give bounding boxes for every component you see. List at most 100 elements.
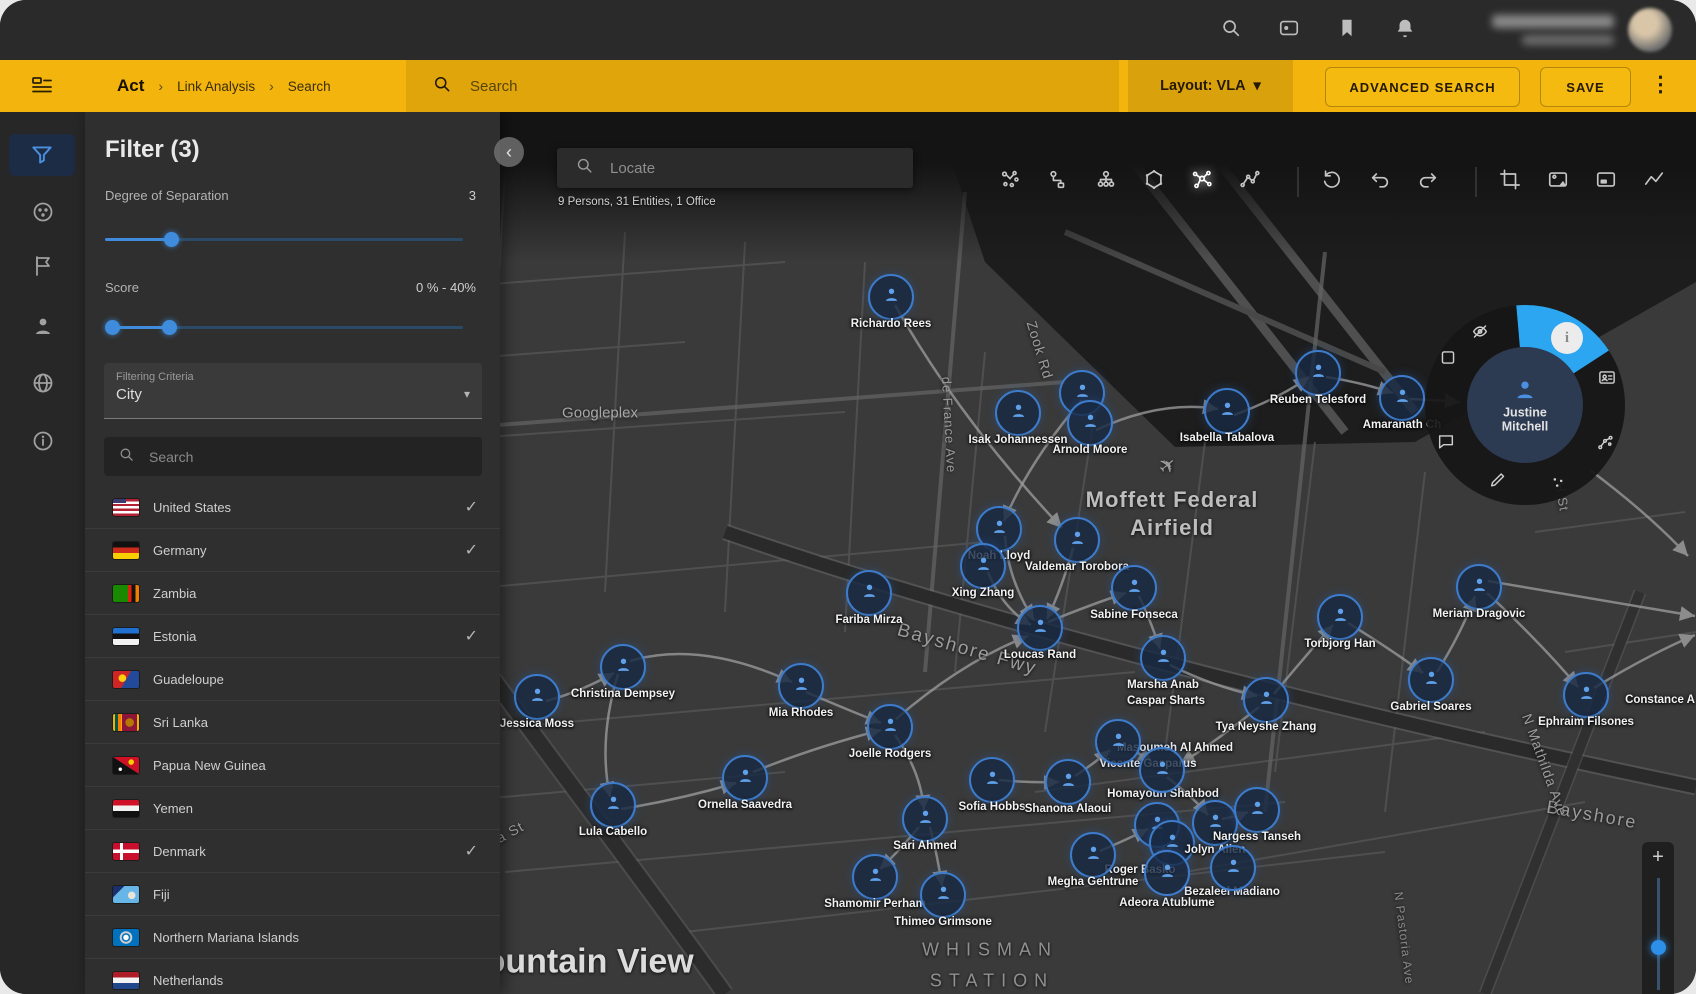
zoom-in-button[interactable]: + bbox=[1642, 846, 1674, 869]
degree-slider-handle[interactable] bbox=[164, 232, 179, 247]
person-node[interactable] bbox=[1140, 635, 1186, 681]
zoom-slider-handle[interactable] bbox=[1651, 940, 1666, 955]
score-slider-handle-min[interactable] bbox=[105, 320, 120, 335]
person-node[interactable] bbox=[1408, 657, 1454, 703]
country-row[interactable]: Zambia bbox=[85, 572, 500, 615]
country-row[interactable]: Papua New Guinea bbox=[85, 744, 500, 787]
score-range-slider[interactable] bbox=[105, 326, 463, 329]
polyline-tool-button[interactable] bbox=[1239, 169, 1261, 196]
rail-item-tag[interactable] bbox=[0, 254, 85, 278]
country-row[interactable]: Estonia✓ bbox=[85, 615, 500, 658]
avatar[interactable] bbox=[1628, 8, 1672, 52]
country-row[interactable]: Netherlands bbox=[85, 959, 500, 994]
timeline-tool-button[interactable] bbox=[1643, 169, 1665, 196]
user-area[interactable] bbox=[1492, 8, 1672, 52]
person-node[interactable] bbox=[778, 663, 824, 709]
rail-item-clusters[interactable] bbox=[0, 200, 85, 224]
menu-icon[interactable] bbox=[30, 74, 54, 103]
org-chart-tool-button[interactable] bbox=[1095, 169, 1117, 196]
scatter-graph-tool-button[interactable] bbox=[999, 169, 1021, 196]
hexagon-layout-tool-button[interactable] bbox=[1143, 169, 1165, 196]
kebab-menu-icon[interactable]: ⋮ bbox=[1650, 72, 1671, 97]
zoom-slider-track[interactable] bbox=[1657, 878, 1660, 990]
person-node[interactable] bbox=[1144, 850, 1190, 896]
chat-icon[interactable] bbox=[1437, 432, 1456, 456]
rotate-tool-button[interactable] bbox=[1321, 169, 1343, 196]
bell-icon[interactable] bbox=[1394, 17, 1416, 44]
person-node[interactable] bbox=[590, 782, 636, 828]
person-node[interactable] bbox=[514, 674, 560, 720]
rail-item-filter[interactable] bbox=[9, 134, 75, 176]
person-node[interactable] bbox=[960, 543, 1006, 589]
person-node[interactable] bbox=[1095, 719, 1141, 765]
undo-tool-button[interactable] bbox=[1369, 169, 1391, 196]
rail-item-globe[interactable] bbox=[0, 371, 85, 395]
country-row[interactable]: Germany✓ bbox=[85, 529, 500, 572]
rail-item-person[interactable] bbox=[0, 314, 85, 338]
person-node[interactable] bbox=[1210, 845, 1256, 891]
country-row[interactable]: Fiji bbox=[85, 873, 500, 916]
country-row[interactable]: Guadeloupe bbox=[85, 658, 500, 701]
breadcrumb-app[interactable]: Act bbox=[117, 76, 144, 96]
person-node[interactable] bbox=[867, 704, 913, 750]
person-node[interactable] bbox=[902, 796, 948, 842]
person-node[interactable] bbox=[995, 390, 1041, 436]
person-node[interactable] bbox=[1139, 747, 1185, 793]
person-node[interactable] bbox=[1234, 787, 1280, 833]
video-card-icon[interactable] bbox=[1278, 17, 1300, 44]
card-view-tool-button[interactable] bbox=[1595, 169, 1617, 196]
collapse-panel-button[interactable]: ‹ bbox=[494, 137, 524, 167]
contact-card-icon[interactable] bbox=[1598, 368, 1617, 392]
person-node[interactable] bbox=[1295, 350, 1341, 396]
person-node[interactable] bbox=[1243, 677, 1289, 723]
route-pin-tool-button[interactable] bbox=[1047, 169, 1069, 196]
country-row[interactable]: United States✓ bbox=[85, 486, 500, 529]
person-node[interactable] bbox=[852, 854, 898, 900]
degree-slider[interactable] bbox=[105, 238, 463, 241]
breadcrumb-item-link-analysis[interactable]: Link Analysis bbox=[177, 79, 255, 94]
redo-tool-button[interactable] bbox=[1417, 169, 1439, 196]
person-node[interactable] bbox=[722, 755, 768, 801]
frame-icon[interactable] bbox=[1439, 348, 1458, 372]
person-node[interactable] bbox=[846, 570, 892, 616]
bookmark-icon[interactable] bbox=[1336, 17, 1358, 44]
filtering-criteria-dropdown[interactable]: Filtering Criteria City ▾ bbox=[104, 363, 482, 419]
person-node[interactable] bbox=[920, 872, 966, 918]
person-node[interactable] bbox=[1204, 388, 1250, 434]
rail-item-info[interactable] bbox=[0, 429, 85, 453]
person-node[interactable] bbox=[1317, 594, 1363, 640]
person-node[interactable] bbox=[969, 757, 1015, 803]
person-node[interactable] bbox=[600, 644, 646, 690]
layout-select[interactable]: Layout: VLA ▾ bbox=[1128, 60, 1293, 112]
score-slider-handle-max[interactable] bbox=[162, 320, 177, 335]
person-node[interactable] bbox=[1563, 672, 1609, 718]
person-node[interactable] bbox=[1070, 832, 1116, 878]
country-row[interactable]: Denmark✓ bbox=[85, 830, 500, 873]
search-icon[interactable] bbox=[1220, 17, 1242, 44]
crop-tool-button[interactable] bbox=[1499, 169, 1521, 196]
network-graph-tool-button[interactable] bbox=[1191, 169, 1213, 196]
person-node[interactable] bbox=[868, 274, 914, 320]
save-button[interactable]: SAVE bbox=[1540, 67, 1631, 107]
subnetwork-icon[interactable] bbox=[1596, 433, 1615, 457]
info-icon[interactable]: i bbox=[1551, 322, 1583, 354]
person-node[interactable] bbox=[1456, 564, 1502, 610]
person-node[interactable] bbox=[1111, 565, 1157, 611]
advanced-search-button[interactable]: ADVANCED SEARCH bbox=[1325, 67, 1520, 107]
person-node[interactable] bbox=[1017, 605, 1063, 651]
global-search-input[interactable]: Search bbox=[406, 60, 1119, 112]
country-row[interactable]: Yemen bbox=[85, 787, 500, 830]
edit-icon[interactable] bbox=[1489, 470, 1508, 494]
breadcrumb-item-search[interactable]: Search bbox=[288, 79, 331, 94]
person-node[interactable] bbox=[1067, 400, 1113, 446]
dots-icon[interactable] bbox=[1549, 473, 1568, 497]
person-node[interactable] bbox=[1054, 517, 1100, 563]
screenshot-tool-button[interactable] bbox=[1547, 169, 1569, 196]
country-row[interactable]: Northern Mariana Islands bbox=[85, 916, 500, 959]
eye-off-icon[interactable] bbox=[1471, 322, 1490, 346]
person-node[interactable] bbox=[1045, 759, 1091, 805]
person-node[interactable] bbox=[1192, 800, 1238, 846]
country-search-input[interactable]: Search bbox=[104, 437, 482, 476]
map-zoom-control[interactable]: + bbox=[1642, 842, 1674, 994]
country-row[interactable]: Sri Lanka bbox=[85, 701, 500, 744]
